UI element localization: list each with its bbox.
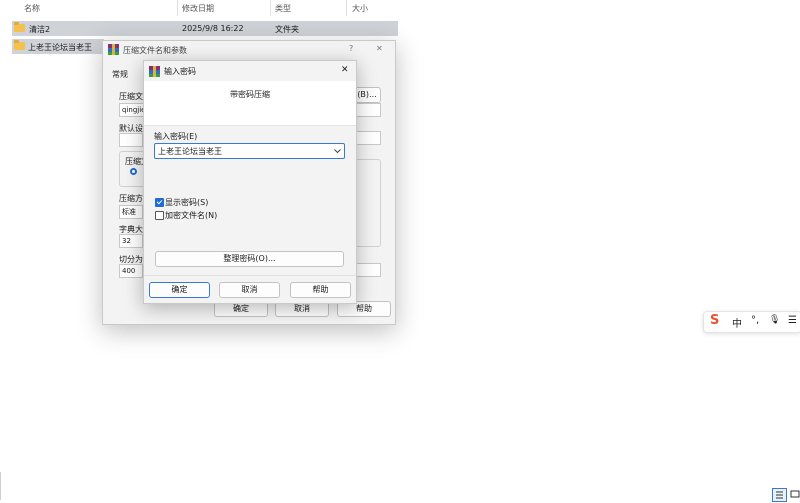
password-value: 上老王论坛当老王: [158, 147, 222, 156]
browse-button[interactable]: (B)...: [353, 87, 381, 103]
file-type: 文件夹: [275, 25, 299, 34]
file-name: 清洁2: [29, 25, 51, 34]
chevron-down-icon[interactable]: [334, 148, 341, 154]
column-size[interactable]: 大小: [352, 3, 368, 14]
dialog-heading-area: 带密码压缩: [144, 81, 356, 126]
folder-icon: [14, 40, 25, 50]
ime-language-toggle[interactable]: 中: [732, 315, 742, 330]
column-divider[interactable]: [270, 0, 271, 16]
split-input[interactable]: 400: [119, 264, 143, 278]
update-mode-dropdown[interactable]: [353, 131, 381, 145]
encrypt-filenames-checkbox[interactable]: [155, 211, 164, 220]
password-label: 输入密码(E): [154, 132, 198, 141]
column-modified[interactable]: 修改日期: [182, 3, 214, 14]
cancel-button[interactable]: 取消: [219, 282, 280, 298]
help-icon[interactable]: ?: [349, 44, 353, 53]
file-name: 上老王论坛当老王: [28, 43, 92, 52]
ime-toolbar: S 中 °, 🎙 ☰: [703, 311, 800, 333]
ok-button[interactable]: 确定: [149, 282, 210, 298]
file-row[interactable]: 清洁2 2025/9/8 16:22 文件夹: [12, 21, 398, 36]
list-icon: [776, 491, 783, 499]
dialog-heading: 带密码压缩: [230, 90, 270, 99]
profile-input[interactable]: [119, 133, 143, 147]
organize-passwords-button[interactable]: 整理密码(O)...: [155, 251, 344, 267]
password-dialog: 输入密码 ✕ 带密码压缩 输入密码(E) 上老王论坛当老王 显示密码(S) 加密…: [143, 60, 357, 304]
ime-menu-icon[interactable]: ☰: [788, 315, 797, 326]
column-divider[interactable]: [346, 0, 347, 16]
file-row[interactable]: 上老王论坛当老王: [12, 39, 104, 54]
scrollbar-edge[interactable]: [0, 472, 1, 500]
dictionary-input[interactable]: 32: [119, 234, 143, 248]
close-icon[interactable]: ✕: [341, 65, 349, 75]
tiles-icon: [790, 490, 800, 498]
winrar-icon: [149, 66, 160, 77]
sogou-logo-icon[interactable]: S: [710, 313, 719, 328]
winrar-icon: [108, 44, 119, 55]
show-password-checkbox[interactable]: [155, 198, 164, 207]
tab-general[interactable]: 常规: [112, 69, 128, 80]
archive-name-dropdown[interactable]: [353, 103, 381, 117]
column-divider[interactable]: [177, 0, 178, 16]
folder-icon: [14, 22, 25, 32]
details-view-button[interactable]: [772, 488, 787, 502]
help-button[interactable]: 帮助: [290, 282, 351, 298]
dialog-title: 压缩文件名和参数: [123, 46, 187, 55]
dialog-title: 输入密码: [164, 67, 196, 76]
options-group: [353, 159, 381, 247]
password-field-back[interactable]: [353, 263, 381, 277]
tiles-view-button[interactable]: [790, 488, 800, 500]
password-input[interactable]: 上老王论坛当老王: [154, 143, 345, 159]
microphone-icon[interactable]: 🎙: [769, 315, 780, 325]
encrypt-filenames-label: 加密文件名(N): [165, 211, 218, 220]
file-modified: 2025/9/8 16:22: [182, 24, 244, 33]
method-input[interactable]: 标准: [119, 205, 143, 219]
close-icon[interactable]: ✕: [376, 44, 383, 53]
format-radio[interactable]: [130, 168, 137, 175]
archive-name-input[interactable]: qingjie: [119, 103, 145, 117]
column-type[interactable]: 类型: [275, 3, 291, 14]
ime-punctuation-toggle[interactable]: °,: [751, 315, 759, 326]
dialog-titlebar: 压缩文件名和参数 ? ✕: [103, 41, 395, 59]
explorer-column-header: 名称 修改日期 类型 大小: [0, 0, 400, 16]
method-label: 压缩方: [119, 194, 143, 203]
divider: [144, 275, 356, 276]
show-password-label: 显示密码(S): [165, 198, 209, 207]
column-name[interactable]: 名称: [24, 3, 40, 14]
archive-name-label: 压缩文: [119, 92, 143, 101]
